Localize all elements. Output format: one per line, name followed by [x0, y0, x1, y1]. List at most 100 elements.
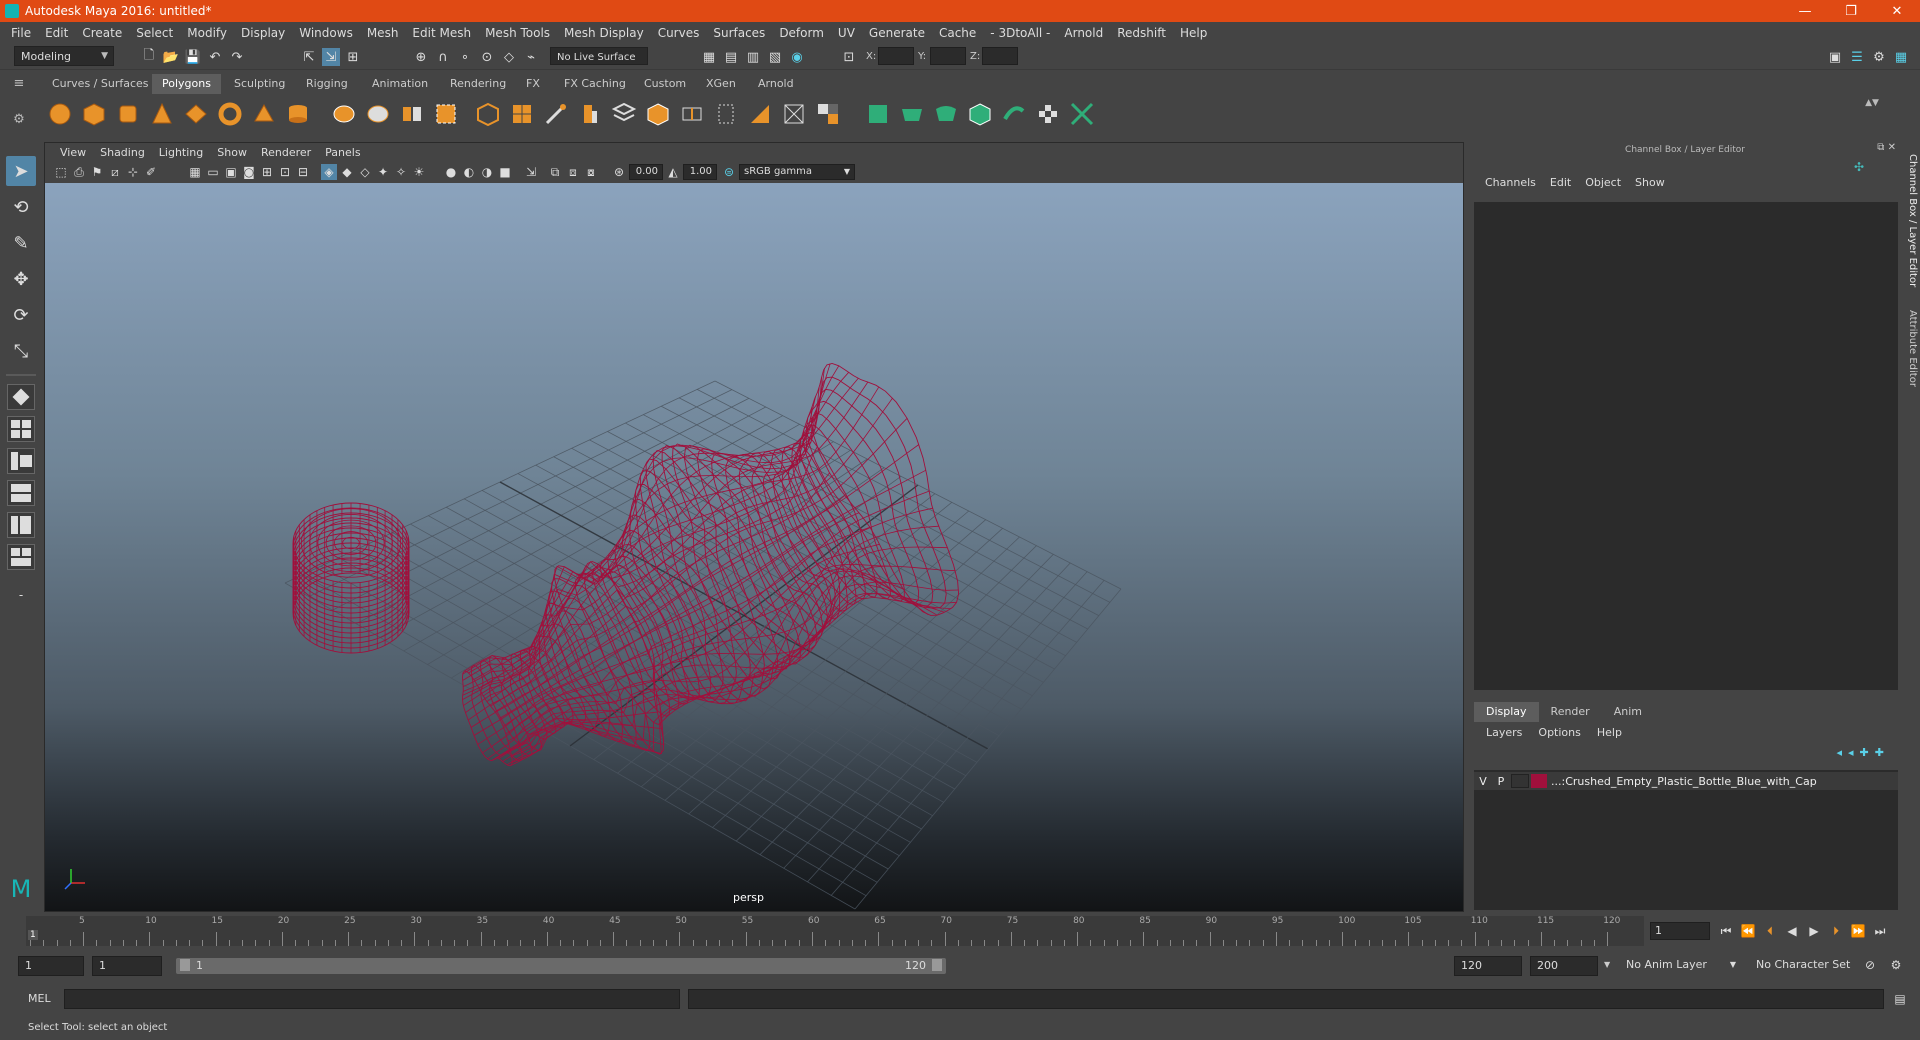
gamma-icon[interactable]: ◭ — [665, 164, 681, 180]
layer-color-swatch[interactable] — [1531, 774, 1547, 788]
play-backwards-icon[interactable]: ◀ — [1784, 923, 1800, 939]
uv-layout-icon[interactable] — [7, 544, 35, 570]
step-back-key-icon[interactable]: ⏪ — [1740, 923, 1756, 939]
isolate-select-icon[interactable]: ⇲ — [523, 164, 539, 180]
exposure-icon[interactable]: ⊛ — [611, 164, 627, 180]
maximize-button[interactable]: ❐ — [1828, 0, 1874, 22]
menu-modify[interactable]: Modify — [180, 26, 234, 40]
open-scene-icon[interactable]: 📂 — [162, 48, 180, 66]
xray-icon[interactable]: ● — [443, 164, 459, 180]
bridge-icon[interactable] — [508, 100, 536, 128]
ipr-render-icon[interactable]: ▥ — [744, 48, 762, 66]
ambient-occlusion-icon[interactable]: ◑ — [479, 164, 495, 180]
poly-pipe-icon[interactable] — [284, 100, 312, 128]
menuset-dropdown[interactable]: Modeling ▼ — [14, 46, 114, 66]
menu-mesh-tools[interactable]: Mesh Tools — [478, 26, 557, 40]
z-field[interactable] — [982, 47, 1018, 65]
tab-curves-surfaces[interactable]: Curves / Surfaces — [42, 74, 159, 94]
anim-layer-dropdown[interactable]: No Anim Layer ▼ — [1620, 956, 1740, 976]
viewport-menu-view[interactable]: View — [53, 146, 93, 159]
target-weld-icon[interactable] — [644, 100, 672, 128]
tab-rigging[interactable]: Rigging — [296, 74, 358, 94]
menu-create[interactable]: Create — [75, 26, 129, 40]
menu-surfaces[interactable]: Surfaces — [706, 26, 772, 40]
current-frame-marker[interactable]: 1 — [28, 930, 38, 940]
layer-visibility-toggle[interactable]: V — [1474, 775, 1492, 788]
poly-torus-icon[interactable] — [216, 100, 244, 128]
range-bar[interactable]: 1 120 — [176, 958, 946, 974]
camera-select-icon[interactable]: ⬚ — [53, 164, 69, 180]
range-start-handle[interactable] — [180, 959, 190, 971]
perspective-viewport[interactable]: persp — [45, 183, 1463, 911]
menu-object[interactable]: Object — [1578, 176, 1628, 194]
attribute-icon[interactable]: ✣ — [1854, 160, 1864, 174]
relax-icon[interactable] — [932, 100, 960, 128]
menu-mesh-display[interactable]: Mesh Display — [557, 26, 651, 40]
poly-cylinder-icon[interactable] — [114, 100, 142, 128]
sculpt-icon[interactable] — [898, 100, 926, 128]
viewport-menu-lighting[interactable]: Lighting — [152, 146, 210, 159]
time-slider-track[interactable]: 5 10 15 20 25 30 35 40 45 50 55 60 65 70 75 80 85 90 95 100… — [26, 916, 1644, 946]
layer-action-icons[interactable]: ◂◂✚✚ — [1837, 746, 1890, 759]
tab-xgen[interactable]: XGen — [696, 74, 746, 94]
minimize-button[interactable]: — — [1782, 0, 1828, 22]
menu-file[interactable]: File — [4, 26, 38, 40]
poly-sphere-icon[interactable] — [46, 100, 74, 128]
tab-animation[interactable]: Animation — [362, 74, 438, 94]
poly-plane-icon[interactable] — [182, 100, 210, 128]
select-tool-icon[interactable]: ➤ — [6, 156, 36, 186]
redo-icon[interactable]: ↷ — [228, 48, 246, 66]
move-tool-icon[interactable]: ✥ — [6, 264, 36, 294]
shelf-menu-icon[interactable]: ≡ — [0, 76, 38, 91]
live-surface-field[interactable]: No Live Surface — [550, 47, 648, 65]
wireframe-on-shaded-icon[interactable]: ◇ — [357, 164, 373, 180]
script-editor-icon[interactable]: ▤ — [1892, 991, 1908, 1007]
quad-draw-icon[interactable] — [712, 100, 740, 128]
channel-box-toggle-icon[interactable]: ▦ — [1892, 48, 1910, 66]
depth-of-field-icon[interactable]: ⧇ — [583, 164, 599, 180]
field-chart-icon[interactable]: ⊞ — [259, 164, 275, 180]
tab-anim[interactable]: Anim — [1602, 702, 1654, 722]
layer-playback-toggle[interactable]: P — [1492, 775, 1510, 788]
shelf-scroll-icon[interactable]: ▲▼ — [1862, 98, 1882, 108]
snap-point-icon[interactable]: ∘ — [456, 48, 474, 66]
tab-fx-caching[interactable]: FX Caching — [554, 74, 636, 94]
extract-icon[interactable] — [398, 100, 426, 128]
multi-cut-icon[interactable] — [610, 100, 638, 128]
animation-start-field[interactable]: 1 — [18, 956, 84, 976]
transfer-icon[interactable] — [1000, 100, 1028, 128]
side-tab-channel-box[interactable]: Channel Box / Layer Editor — [1902, 154, 1918, 287]
connect-icon[interactable] — [678, 100, 706, 128]
x-field[interactable] — [878, 47, 914, 65]
smooth-shade-icon[interactable]: ◆ — [339, 164, 355, 180]
menu-layers[interactable]: Layers — [1478, 726, 1530, 744]
gamma-field[interactable]: 1.00 — [683, 164, 717, 180]
rotate-tool-icon[interactable]: ⟳ — [6, 300, 36, 330]
undo-icon[interactable]: ↶ — [206, 48, 224, 66]
mirror-icon[interactable] — [746, 100, 774, 128]
character-set-dropdown[interactable]: No Character Set — [1750, 956, 1860, 976]
select-hierarchy-icon[interactable]: ⇱ — [300, 48, 318, 66]
hypershade-layout-icon[interactable] — [7, 512, 35, 538]
transform-mode-icon[interactable]: ⊡ — [840, 48, 858, 66]
2d-pan-zoom-icon[interactable]: ⊹ — [125, 164, 141, 180]
range-end-handle[interactable] — [932, 959, 942, 971]
menu-deform[interactable]: Deform — [772, 26, 831, 40]
go-to-end-icon[interactable]: ⏭ — [1872, 923, 1888, 939]
viewport-menu-renderer[interactable]: Renderer — [254, 146, 318, 159]
menu-help[interactable]: Help — [1173, 26, 1214, 40]
menu-3dtoall[interactable]: - 3DtoAll - — [983, 26, 1057, 40]
snap-surface-icon[interactable]: ◇ — [500, 48, 518, 66]
snap-grid-icon[interactable]: ⊕ — [412, 48, 430, 66]
save-scene-icon[interactable]: 💾 — [184, 48, 202, 66]
poly-pyramid-icon[interactable] — [250, 100, 278, 128]
render-settings-icon[interactable]: ▧ — [766, 48, 784, 66]
tab-fx[interactable]: FX — [516, 74, 550, 94]
viewport-menu-show[interactable]: Show — [210, 146, 254, 159]
new-scene-icon[interactable]: 🗋 — [140, 48, 158, 66]
menu-uv[interactable]: UV — [831, 26, 862, 40]
motion-blur-icon[interactable]: ■ — [497, 164, 513, 180]
snap-curve-icon[interactable]: ∩ — [434, 48, 452, 66]
use-all-lights-icon[interactable]: ✧ — [393, 164, 409, 180]
transfer-attributes-icon[interactable] — [966, 100, 994, 128]
